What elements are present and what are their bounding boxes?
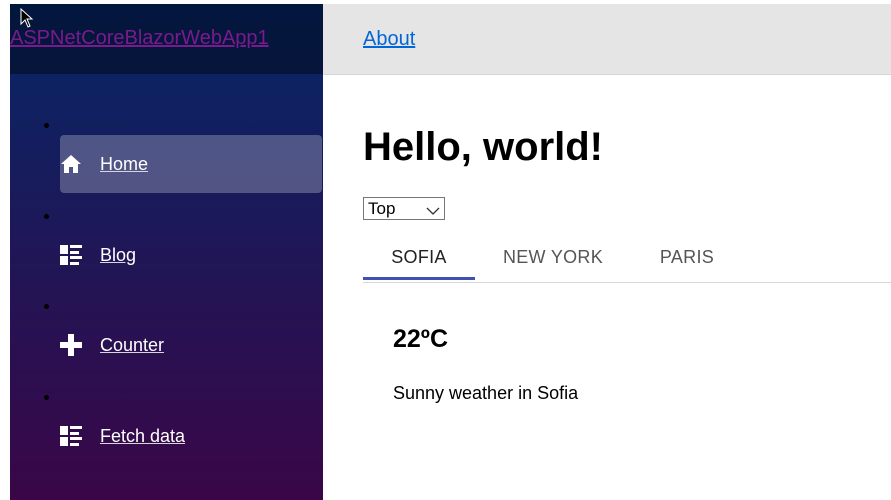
sidebar: ASPNetCoreBlazorWebApp1 Home Blog Counte… <box>10 4 323 500</box>
sidebar-item-counter[interactable]: Counter <box>60 316 322 374</box>
list-bullet <box>44 214 49 219</box>
sidebar-item-label: Home <box>100 153 149 174</box>
plus-icon <box>60 334 82 356</box>
list-icon <box>60 244 82 266</box>
chevron-down-icon <box>426 202 440 222</box>
list-bullet <box>44 123 49 128</box>
active-tab-indicator <box>363 277 475 280</box>
sidebar-item-blog[interactable]: Blog <box>60 226 322 284</box>
top-row: About <box>323 4 891 75</box>
sidebar-item-label: Counter <box>100 334 165 355</box>
city-tabs: SOFIA NEW YORK PARIS <box>363 233 891 283</box>
position-select[interactable]: Top <box>363 197 445 220</box>
list-bullet <box>44 304 49 309</box>
brand-bar: ASPNetCoreBlazorWebApp1 <box>10 4 323 74</box>
mouse-cursor-icon <box>20 7 34 28</box>
tab-sofia[interactable]: SOFIA <box>363 233 475 282</box>
weather-description: Sunny weather in Sofia <box>393 383 579 403</box>
tab-new-york[interactable]: NEW YORK <box>475 233 631 282</box>
window-left-edge <box>0 0 10 500</box>
tab-paris[interactable]: PARIS <box>631 233 743 282</box>
list-icon <box>60 425 82 447</box>
about-link[interactable]: About <box>363 28 415 51</box>
brand-link[interactable]: ASPNetCoreBlazorWebApp1 <box>10 27 269 50</box>
home-icon <box>60 153 82 175</box>
sidebar-item-home[interactable]: Home <box>60 135 322 193</box>
sidebar-item-label: Blog <box>100 244 137 265</box>
sidebar-item-fetch-data[interactable]: Fetch data <box>60 407 322 465</box>
sidebar-item-label: Fetch data <box>100 425 186 446</box>
main-content: Hello, world! Top SOFIA NEW YORK PARIS 2… <box>323 75 891 500</box>
list-bullet <box>44 395 49 400</box>
page-title: Hello, world! <box>363 125 603 169</box>
temperature: 22ºC <box>393 325 448 353</box>
select-value: Top <box>368 198 396 218</box>
